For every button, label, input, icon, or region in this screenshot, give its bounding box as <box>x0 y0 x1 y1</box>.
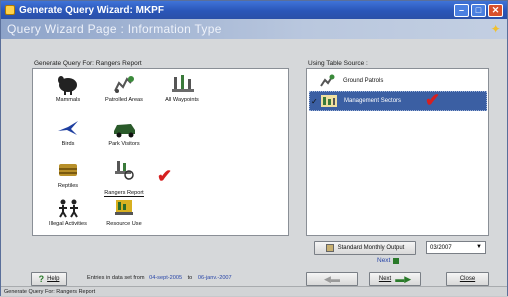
item-mammals[interactable]: Mammals <box>39 73 97 103</box>
item-label: Park Visitors <box>108 141 140 147</box>
next-link[interactable]: Next <box>377 257 400 264</box>
item-label: Mammals <box>55 97 81 103</box>
back-button[interactable]: ◀▬ <box>306 272 358 286</box>
next-label: Next <box>378 276 392 282</box>
status-bar: Generate Query For: Rangers Report <box>1 286 507 296</box>
table-source-panel: Ground Patrols ✓ Management Sectors ✔ <box>306 68 489 236</box>
illegal-activities-icon <box>53 197 83 219</box>
date-to: 06-janv.-2007 <box>197 275 232 281</box>
status-text: Generate Query For: Rangers Report <box>4 289 96 295</box>
app-icon <box>5 5 15 15</box>
park-visitors-icon <box>109 117 139 139</box>
maximize-button[interactable]: □ <box>471 3 486 17</box>
source-ground-patrols[interactable]: Ground Patrols <box>309 72 487 90</box>
ground-patrols-icon <box>319 73 337 89</box>
arrow-left-icon: ◀▬ <box>324 273 340 284</box>
rangers-report-icon <box>109 159 139 181</box>
help-label: Help <box>47 276 60 282</box>
management-sectors-icon <box>320 93 338 109</box>
standard-output-label: Standard Monthly Output <box>337 245 405 251</box>
item-all-waypoints[interactable]: All Waypoints <box>153 73 211 103</box>
patrolled-areas-icon <box>109 73 139 95</box>
next-small-icon <box>393 257 400 264</box>
help-icon: ? <box>38 274 45 284</box>
item-patrolled-areas[interactable]: Patrolled Areas <box>95 73 153 103</box>
next-button[interactable]: Next ▬▶ <box>369 272 421 286</box>
source-label: Management Sectors <box>344 98 402 104</box>
item-rangers-report[interactable]: Rangers Report <box>95 159 153 199</box>
item-reptiles[interactable]: Reptiles <box>39 159 97 189</box>
minimize-button[interactable]: – <box>454 3 469 17</box>
item-label: Birds <box>61 141 75 147</box>
window-title: Generate Query Wizard: MKPF <box>19 4 164 16</box>
item-label: Patrolled Areas <box>105 97 143 103</box>
source-label: Ground Patrols <box>343 78 384 84</box>
wizard-icon: ✦ <box>490 22 501 36</box>
report-icon <box>325 244 334 252</box>
item-illegal-activities[interactable]: Illegal Activities <box>39 197 97 227</box>
item-park-visitors[interactable]: Park Visitors <box>95 117 153 147</box>
all-waypoints-icon <box>167 73 197 95</box>
page-header: Query Wizard Page : Information Type ✦ <box>1 19 507 39</box>
to-word: to <box>187 275 193 281</box>
wizard-window: Generate Query Wizard: MKPF – □ ✕ Query … <box>0 0 508 296</box>
item-label: Resource Use <box>106 221 142 227</box>
close-window-button[interactable]: ✕ <box>488 3 503 17</box>
date-from: 04-sept-2005 <box>149 275 183 281</box>
arrow-right-icon: ▬▶ <box>395 273 412 284</box>
next-link-label: Next <box>377 257 391 264</box>
mammals-icon <box>53 73 83 95</box>
period-value: 03/2007 <box>430 244 452 251</box>
entries-prefix: Entries in data set from <box>87 275 145 281</box>
right-panel-caption: Using Table Source : <box>308 60 368 67</box>
check-icon: ✓ <box>311 96 318 106</box>
item-birds[interactable]: Birds <box>39 117 97 147</box>
birds-icon <box>53 117 83 139</box>
close-label: Close <box>459 276 476 282</box>
page-title: Query Wizard Page : Information Type <box>7 22 222 36</box>
item-label: Illegal Activities <box>49 221 87 227</box>
period-select[interactable]: 03/2007 ▼ <box>426 241 486 254</box>
standard-monthly-output-button[interactable]: Standard Monthly Output <box>314 241 416 255</box>
information-type-panel: Mammals Patrolled Areas All Waypoints Bi… <box>32 68 289 236</box>
entries-range-text: Entries in data set from 04-sept-2005 to… <box>87 275 232 281</box>
resource-use-icon <box>109 197 139 219</box>
title-bar: Generate Query Wizard: MKPF – □ ✕ <box>1 1 507 19</box>
item-resource-use[interactable]: Resource Use <box>95 197 153 227</box>
item-label: All Waypoints <box>165 97 199 103</box>
chevron-down-icon: ▼ <box>476 244 482 250</box>
selected-checkmark-icon: ✔ <box>157 166 173 186</box>
left-panel-caption: Generate Query For: Rangers Report <box>34 60 142 67</box>
item-label: Reptiles <box>57 183 79 189</box>
selected-checkmark-icon: ✔ <box>425 90 441 110</box>
item-label: Rangers Report <box>104 190 144 197</box>
help-button[interactable]: ? Help <box>31 272 67 286</box>
close-button[interactable]: Close <box>446 272 489 286</box>
reptiles-icon <box>53 159 83 181</box>
source-management-sectors[interactable]: ✓ Management Sectors <box>309 91 487 111</box>
